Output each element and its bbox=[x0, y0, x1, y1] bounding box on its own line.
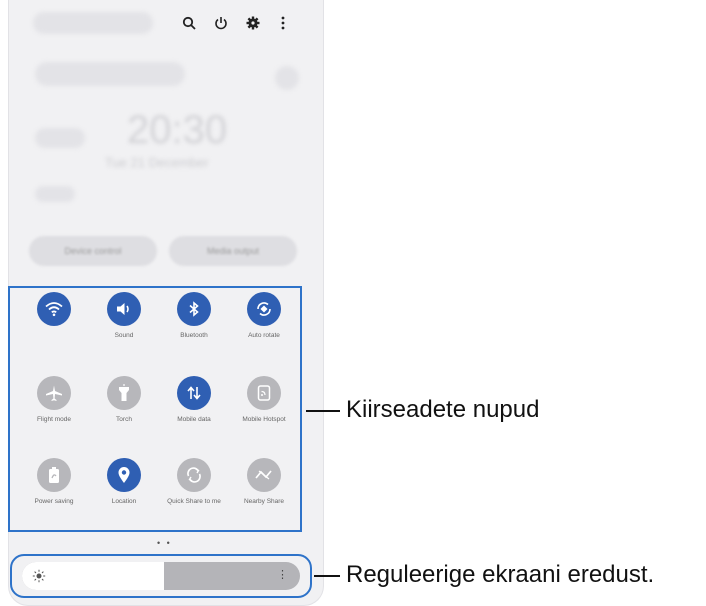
battery-icon bbox=[37, 458, 71, 492]
gear-icon[interactable] bbox=[243, 13, 263, 33]
tile-label: Mobile Hotspot bbox=[242, 416, 286, 423]
tile-flight-mode[interactable]: Flight mode bbox=[24, 376, 84, 424]
tile-location[interactable]: Location bbox=[94, 458, 154, 506]
blurred-header-chip bbox=[33, 12, 153, 34]
tile-quick-share[interactable]: Quick Share to me bbox=[164, 458, 224, 506]
callout-line bbox=[306, 410, 340, 412]
location-icon bbox=[107, 458, 141, 492]
tile-label: Flight mode bbox=[37, 416, 71, 423]
quick-share-icon bbox=[177, 458, 211, 492]
blurred-avatar bbox=[275, 66, 299, 90]
page-indicator: • • bbox=[157, 538, 172, 548]
sun-icon bbox=[32, 569, 46, 583]
tile-power-saving[interactable]: Power saving bbox=[24, 458, 84, 506]
tile-label: Quick Share to me bbox=[167, 498, 221, 505]
tile-wifi[interactable] bbox=[24, 292, 84, 332]
wifi-icon bbox=[37, 292, 71, 326]
bluetooth-icon bbox=[177, 292, 211, 326]
tile-label: Auto rotate bbox=[248, 332, 280, 339]
tile-mobile-data[interactable]: Mobile data bbox=[164, 376, 224, 424]
nearby-share-icon bbox=[247, 458, 281, 492]
callout-line bbox=[314, 575, 340, 577]
blurred-chip bbox=[35, 186, 75, 202]
notification-panel-header bbox=[9, 10, 323, 36]
tile-bluetooth[interactable]: Bluetooth bbox=[164, 292, 224, 340]
tile-label: Nearby Share bbox=[243, 498, 285, 505]
tile-mobile-hotspot[interactable]: Mobile Hotspot bbox=[234, 376, 294, 424]
auto-rotate-icon bbox=[247, 292, 281, 326]
tile-torch[interactable]: Torch bbox=[94, 376, 154, 424]
tile-auto-rotate[interactable]: Auto rotate bbox=[234, 292, 294, 340]
hotspot-icon bbox=[247, 376, 281, 410]
tile-label: Bluetooth bbox=[180, 332, 208, 339]
torch-icon bbox=[107, 376, 141, 410]
blurred-chip bbox=[35, 128, 85, 148]
tile-label: Sound bbox=[114, 332, 134, 339]
more-vertical-icon[interactable] bbox=[273, 13, 293, 33]
tile-label: Location bbox=[111, 498, 137, 505]
tile-label: Power saving bbox=[34, 498, 74, 505]
airplane-icon bbox=[37, 376, 71, 410]
clock-date: Tue 21 December bbox=[105, 155, 209, 170]
clock-time: 20:30 bbox=[127, 108, 228, 152]
tile-nearby-share[interactable]: Nearby Share bbox=[234, 458, 294, 506]
power-icon[interactable] bbox=[211, 13, 231, 33]
tile-sound[interactable]: Sound bbox=[94, 292, 154, 340]
tile-label: Torch bbox=[116, 416, 132, 423]
sound-icon bbox=[107, 292, 141, 326]
media-output-button[interactable]: Media output bbox=[169, 236, 297, 266]
brightness-slider[interactable]: ⋮ bbox=[22, 562, 300, 590]
brightness-more-icon[interactable]: ⋮ bbox=[277, 568, 288, 581]
tile-label: Mobile data bbox=[177, 416, 211, 423]
blurred-notification bbox=[35, 62, 185, 86]
mobile-data-icon bbox=[177, 376, 211, 410]
callout-quick-buttons: Kiirseadete nupud bbox=[346, 396, 540, 423]
device-control-button[interactable]: Device control bbox=[29, 236, 157, 266]
callout-brightness: Reguleerige ekraani eredust. bbox=[346, 561, 655, 588]
search-icon[interactable] bbox=[179, 13, 199, 33]
